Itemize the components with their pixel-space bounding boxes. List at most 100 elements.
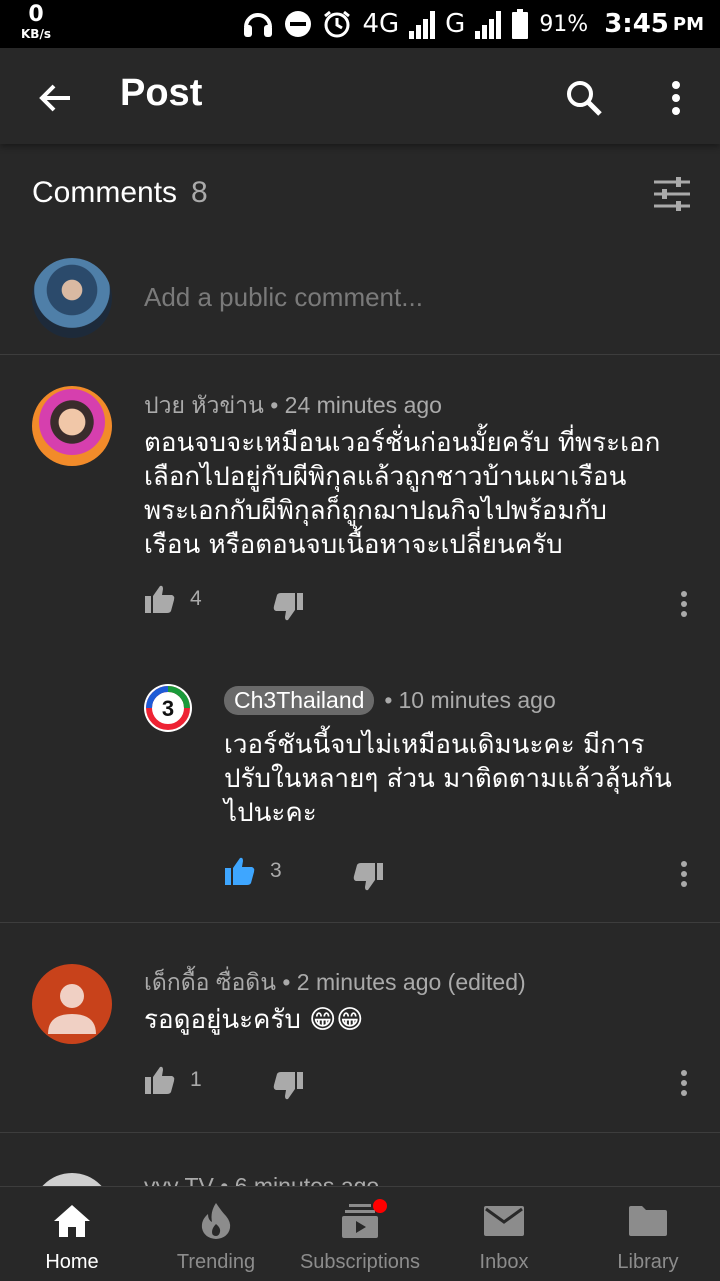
comment-time: 6 minutes ago [234,1173,380,1186]
sort-comments-button[interactable] [648,170,696,218]
thumb-up-icon [145,1066,175,1094]
commenter-avatar [32,386,112,466]
network-type-2: G [445,9,466,39]
more-vert-icon [681,861,687,887]
reply-like-button[interactable]: 3 [224,856,282,886]
comment-author[interactable]: เด็กดื้อ ซื่อดิน [144,969,276,995]
comment-time: 24 minutes ago [284,392,442,418]
network-speed: 0 KB/s [14,2,58,41]
notification-badge [373,1199,387,1213]
flame-icon [201,1203,231,1239]
thumb-up-icon [145,585,175,613]
nav-inbox-label: Inbox [479,1251,529,1273]
thumb-up-filled-icon [225,857,255,885]
nav-library-label: Library [617,1251,679,1273]
more-vert-icon [681,591,687,617]
more-options-button[interactable] [648,70,704,126]
comment-author[interactable]: ปวย หัวข่าน [144,392,264,418]
reply-text: เวอร์ชันนี้จบไม่เหมือนเดิมนะคะ มีการ ปรั… [224,728,672,830]
comment-thread: yyy TV • 6 minutes ago [0,1133,720,1186]
arrow-back-icon [39,84,70,112]
like-button[interactable]: 1 [144,1065,202,1095]
headset-icon [244,13,273,37]
dislike-button[interactable] [272,592,304,622]
like-count: 4 [190,587,202,610]
mail-icon [484,1206,524,1236]
comment-text: รอดูอยู่นะครับ 😁😁 [144,1005,364,1035]
nav-home[interactable]: Home [0,1187,144,1281]
more-vert-icon [672,81,680,115]
comments-label: Comments [32,176,178,209]
network-speed-unit: KB/s [21,27,51,41]
comment-meta: yyy TV • 6 minutes ago [144,1173,379,1186]
reply-dislike-button[interactable] [352,862,384,892]
back-button[interactable] [28,70,84,126]
person-icon [48,984,96,1034]
dislike-button[interactable] [272,1071,304,1101]
like-button[interactable]: 4 [144,584,202,614]
thumb-down-icon [273,593,303,621]
nav-library[interactable]: Library [576,1187,720,1281]
comment-time: 2 minutes ago (edited) [296,969,526,995]
page-title: Post [120,72,203,114]
network-type-1: 4G [362,9,400,39]
commenter-avatar [32,964,112,1044]
comment-author[interactable]: yyy TV [144,1173,214,1186]
thumb-down-icon [353,863,383,891]
comment-text-line: เลือกไปอยู่กับผีพิกุลแล้วถูกชาวบ้านเผาเร… [144,462,627,492]
battery-percentage: 91% [539,11,589,37]
reply-text-line: เวอร์ชันนี้จบไม่เหมือนเดิมนะคะ มีการ [224,730,645,760]
ch3-logo-icon: 3 [146,686,190,730]
nav-trending[interactable]: Trending [144,1187,288,1281]
clock-time: 3:45 [604,9,669,39]
status-bar: 0 KB/s 4G G 91% 3:45 PM [0,0,720,48]
commenter-avatar [32,1173,112,1186]
signal-strength-icon-2 [475,9,502,39]
bottom-navigation: Home Trending Subscriptions Inbox Librar… [0,1186,720,1281]
user-avatar [32,258,112,338]
search-button[interactable] [556,70,612,126]
nav-trending-label: Trending [176,1251,256,1273]
reply-like-count: 3 [270,859,282,882]
reply-author-chip[interactable]: Ch3Thailand [224,686,375,715]
tune-icon [654,177,690,211]
comment-text-line: เรือน หรือตอนจบเนื้อหาจะเปลี่ยนครับ [144,530,563,560]
app-bar: Post [0,48,720,144]
comment-thread: เด็กดื้อ ซื่อดิน • 2 minutes ago (edited… [0,923,720,1131]
search-icon [567,81,602,116]
add-comment-row: Add a public comment... [0,256,720,355]
channel-avatar: 3 [144,684,192,732]
comment-meta: เด็กดื้อ ซื่อดิน • 2 minutes ago (edited… [144,969,526,995]
comment-meta: ปวย หัวข่าน • 24 minutes ago [144,392,442,418]
network-speed-value: 0 [28,2,44,27]
svg-text:3: 3 [162,696,174,721]
more-vert-icon [681,1070,687,1096]
battery-icon [512,9,529,39]
do-not-disturb-icon [285,11,312,37]
like-count: 1 [190,1068,202,1091]
comment-text-line: ตอนจบจะเหมือนเวอร์ชั่นก่อนมั้ยครับ ที่พร… [144,428,661,458]
reply-time: 10 minutes ago [398,687,556,713]
home-icon [54,1205,90,1237]
reply-text-line: ไปนะคะ [224,798,317,828]
clock-ampm: PM [672,13,704,35]
folder-icon [629,1206,667,1236]
thumb-down-icon [273,1072,303,1100]
reply-text-line: ปรับในหลายๆ ส่วน มาติดตามแล้วลุ้นกัน [224,764,672,794]
add-comment-input[interactable]: Add a public comment... [144,282,423,313]
reply-menu-button[interactable] [669,854,699,894]
comments-header: Comments 8 [32,176,208,210]
comment-thread: ปวย หัวข่าน • 24 minutes ago ตอนจบจะเหมื… [0,356,720,922]
nav-subscriptions[interactable]: Subscriptions [288,1187,432,1281]
nav-home-label: Home [45,1251,99,1273]
comment-menu-button[interactable] [669,1063,699,1103]
signal-strength-icon [409,9,436,39]
comment-menu-button[interactable] [669,584,699,624]
nav-inbox[interactable]: Inbox [432,1187,576,1281]
comment-text: ตอนจบจะเหมือนเวอร์ชั่นก่อนมั้ยครับ ที่พร… [144,426,660,562]
comment-text-line: พระเอกกับผีพิกุลก็ถูกฌาปณกิจไปพร้อมกับ [144,496,607,526]
reply-meta: Ch3Thailand • 10 minutes ago [224,686,556,715]
alarm-icon [324,10,351,38]
nav-subscriptions-label: Subscriptions [299,1251,421,1273]
comments-count: 8 [191,176,208,209]
